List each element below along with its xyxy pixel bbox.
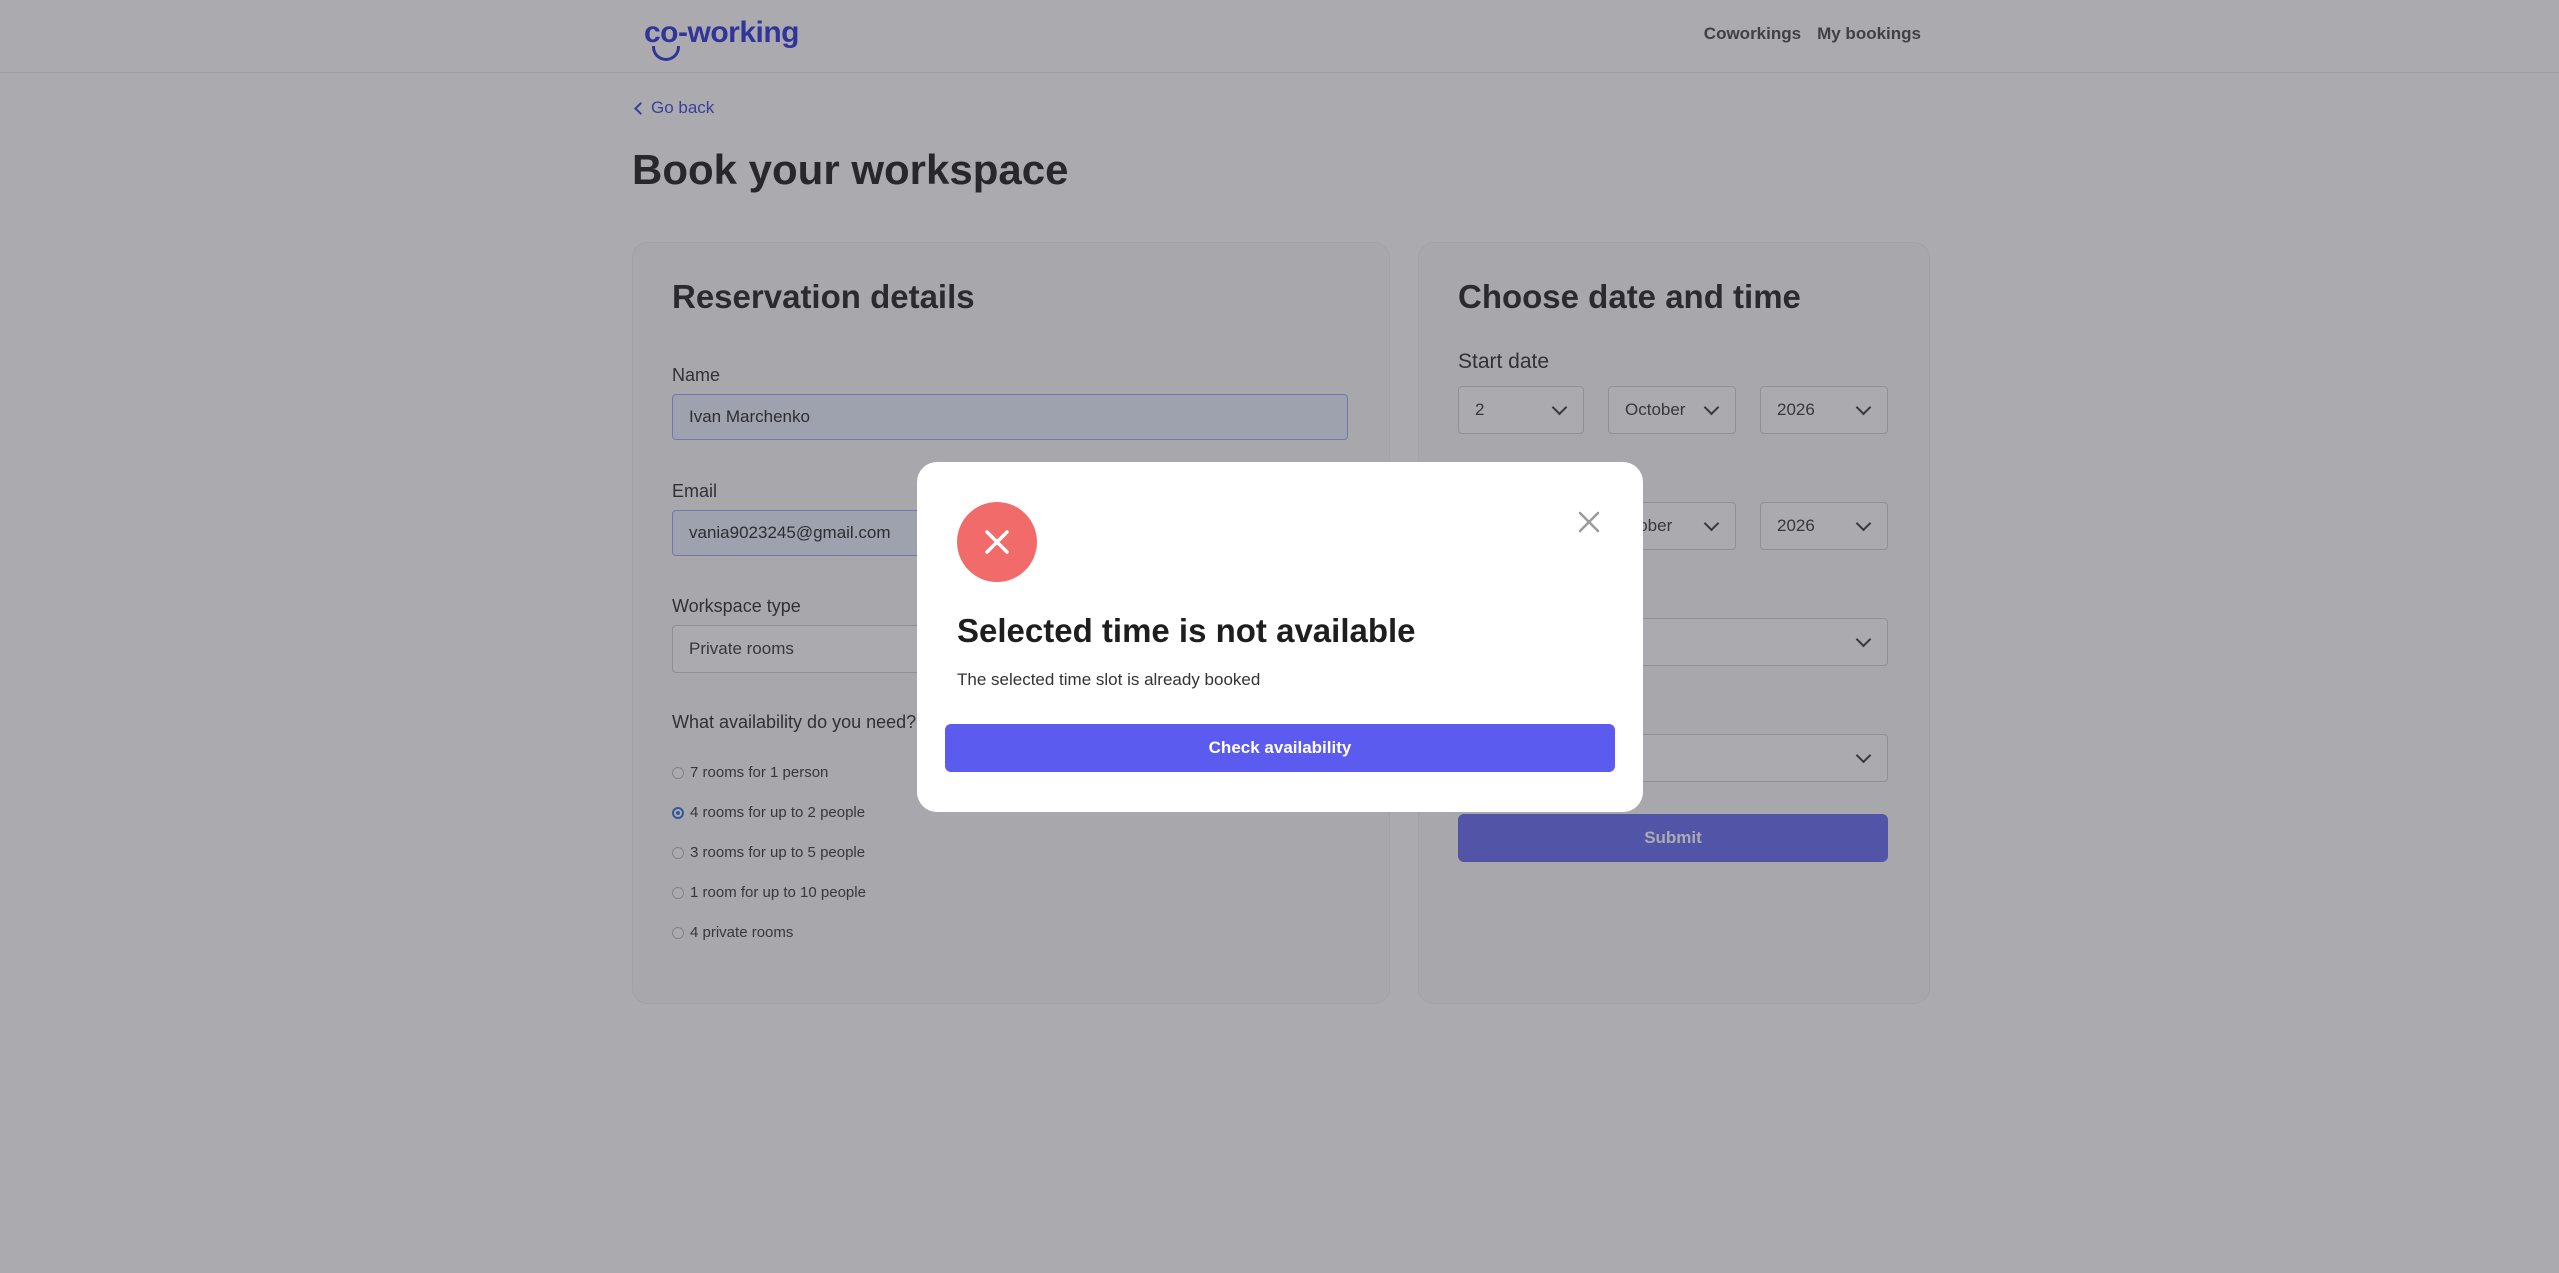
modal-title: Selected time is not available: [957, 612, 1416, 649]
check-availability-button[interactable]: Check availability: [945, 724, 1615, 772]
modal-description: The selected time slot is already booked: [957, 670, 1261, 689]
error-icon: [957, 502, 1037, 582]
x-mark-icon: [985, 530, 1009, 554]
close-button[interactable]: [1577, 510, 1601, 534]
error-modal: Selected time is not available The selec…: [917, 462, 1643, 812]
close-icon: [1578, 511, 1600, 533]
